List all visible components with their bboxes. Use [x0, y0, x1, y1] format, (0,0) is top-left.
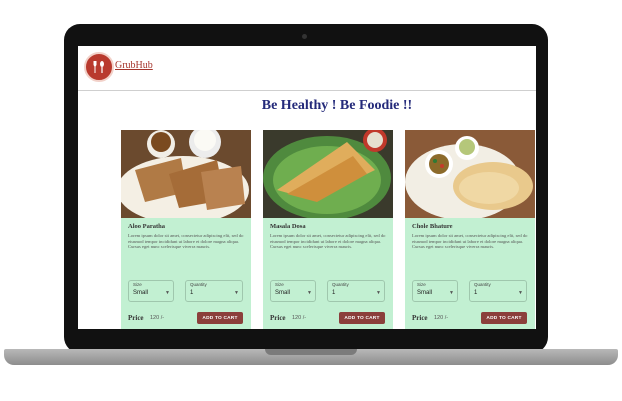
brand-link[interactable]: GrubHub	[115, 60, 153, 71]
price-value: 120 /-	[292, 315, 307, 321]
navbar: GrubHub	[78, 46, 536, 91]
product-name: Chole Bhature	[412, 223, 453, 230]
quantity-value: 1	[332, 290, 336, 296]
size-select[interactable]: Size Small ▼	[412, 280, 458, 302]
add-to-cart-button[interactable]: ADD TO CART	[339, 312, 385, 324]
product-card: Aloo Paratha Lorem ipsum dolor sit amet,…	[121, 130, 251, 329]
quantity-label: Quantity	[190, 282, 207, 287]
quantity-select[interactable]: Quantity 1 ▼	[469, 280, 527, 302]
price-label: Price	[412, 314, 428, 322]
product-description: Lorem ipsum dolor sit amet, consectetur …	[412, 233, 528, 250]
size-label: Size	[133, 282, 142, 287]
product-name: Masala Dosa	[270, 223, 306, 230]
product-card: Masala Dosa Lorem ipsum dolor sit amet, …	[263, 130, 393, 329]
quantity-label: Quantity	[332, 282, 349, 287]
product-description: Lorem ipsum dolor sit amet, consectetur …	[128, 233, 244, 250]
product-image	[263, 130, 393, 218]
price-value: 120 /-	[150, 315, 165, 321]
laptop-notch	[265, 349, 357, 355]
product-name: Aloo Paratha	[128, 223, 166, 230]
size-value: Small	[417, 290, 433, 296]
quantity-select[interactable]: Quantity 1 ▼	[185, 280, 243, 302]
price-value: 120 /-	[434, 315, 449, 321]
product-card: Chole Bhature Lorem ipsum dolor sit amet…	[405, 130, 535, 329]
fork-spoon-icon[interactable]	[84, 52, 114, 82]
size-select[interactable]: Size Small ▼	[270, 280, 316, 302]
browser-screen: GrubHub Be Healthy ! Be Foodie !! Aloo P…	[78, 46, 536, 329]
quantity-label: Quantity	[474, 282, 491, 287]
add-to-cart-button[interactable]: ADD TO CART	[481, 312, 527, 324]
quantity-value: 1	[474, 290, 478, 296]
product-image	[405, 130, 535, 218]
size-label: Size	[417, 282, 426, 287]
size-label: Size	[275, 282, 284, 287]
caret-down-icon: ▼	[165, 290, 170, 296]
price-label: Price	[270, 314, 286, 322]
caret-down-icon: ▼	[449, 290, 454, 296]
price-label: Price	[128, 314, 144, 322]
size-value: Small	[133, 290, 149, 296]
product-image	[121, 130, 251, 218]
size-select[interactable]: Size Small ▼	[128, 280, 174, 302]
size-value: Small	[275, 290, 291, 296]
quantity-value: 1	[190, 290, 194, 296]
caret-down-icon: ▼	[234, 290, 239, 296]
caret-down-icon: ▼	[518, 290, 523, 296]
add-to-cart-button[interactable]: ADD TO CART	[197, 312, 243, 324]
caret-down-icon: ▼	[376, 290, 381, 296]
webcam	[302, 34, 307, 39]
quantity-select[interactable]: Quantity 1 ▼	[327, 280, 385, 302]
caret-down-icon: ▼	[307, 290, 312, 296]
page-tagline: Be Healthy ! Be Foodie !!	[261, 98, 413, 113]
product-description: Lorem ipsum dolor sit amet, consectetur …	[270, 233, 386, 250]
